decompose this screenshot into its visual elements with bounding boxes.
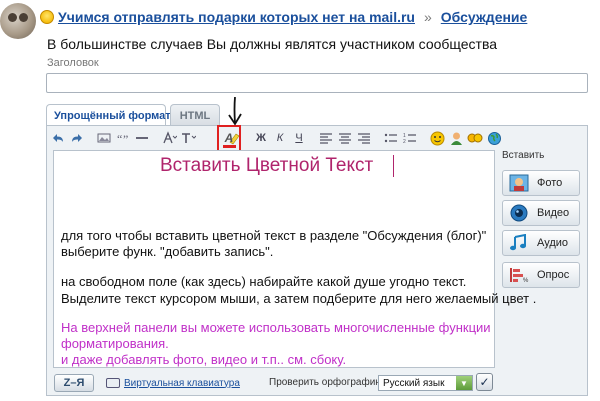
photo-icon [509,174,529,192]
paragraph2-line1: на свободном поле (как здесь) набирайте … [61,274,467,289]
color-bar [222,144,236,148]
language-value: Русский язык [383,377,445,389]
insert-label: Вставить [502,150,545,161]
person-icon[interactable] [448,130,464,146]
insert-video-button[interactable]: Видео [502,200,580,226]
title-label: Заголовок [47,57,99,69]
chevron-down-icon: ▼ [456,376,472,390]
title-input[interactable] [46,73,588,93]
subtitle: В большинстве случаев Вы должны являтся … [47,36,498,52]
text-color-icon: A [224,130,234,145]
align-right-icon[interactable] [356,130,372,146]
spell-check-label: Проверить орфографию [269,377,383,388]
toolbar: “” Ж К Ч 12 [50,128,570,148]
video-icon [509,204,529,222]
section-link[interactable]: Обсуждение [441,9,528,25]
insert-video-label: Видео [537,207,570,219]
smiley-icon [40,10,54,24]
redo-icon[interactable] [69,130,85,146]
virtual-keyboard-link[interactable]: Виртуальная клавиатура [124,378,240,389]
insert-photo-label: Фото [537,177,563,189]
editor-tabs: Упрощённый формат HTML [46,104,224,126]
annotation-arrow-icon [228,97,242,126]
bold-icon[interactable]: Ж [253,130,269,146]
spell-check-button[interactable]: ✓ [476,373,493,391]
group-icon[interactable] [467,130,483,146]
undo-icon[interactable] [50,130,66,146]
globe-icon[interactable] [486,130,502,146]
italic-icon[interactable]: К [272,130,288,146]
keyboard-icon [106,378,120,388]
smiley-icon[interactable] [429,130,445,146]
align-left-icon[interactable] [318,130,334,146]
insert-audio-button[interactable]: Аудио [502,230,580,256]
image-icon[interactable] [96,130,112,146]
breadcrumb: Учимся отправлять подарки которых нет на… [40,6,527,28]
numbered-list-icon[interactable]: 12 [402,130,418,146]
svg-text:%: % [523,278,529,284]
insert-audio-label: Аудио [537,237,569,249]
insert-photo-button[interactable]: Фото [502,170,580,196]
line-icon[interactable] [134,130,150,146]
colored-heading: Вставить Цветной Текст [160,155,374,176]
svg-text:2: 2 [403,139,406,144]
paragraph3-line3: и даже добавлять фото, видео и т.п.. см.… [61,352,347,367]
tab-html[interactable]: HTML [170,104,220,126]
paragraph2-line2: Выделите текст курсором мыши, а затем по… [61,291,537,306]
svg-text:“: “ [117,132,122,144]
insert-poll-button[interactable]: % Опрос [502,262,580,288]
svg-text:”: ” [123,132,128,144]
underline-icon[interactable]: Ч [291,130,307,146]
topic-link[interactable]: Учимся отправлять подарки которых нет на… [58,9,415,25]
paragraph3-line1: На верхней панели вы можете использовать… [61,320,491,335]
font-icon[interactable] [161,130,177,146]
avatar [0,3,36,39]
text-cursor [393,155,394,177]
insert-poll-label: Опрос [537,269,570,281]
font-size-icon[interactable] [180,130,196,146]
breadcrumb-separator: » [423,9,432,25]
bulleted-list-icon[interactable] [383,130,399,146]
quote-icon[interactable]: “” [115,130,131,146]
language-select[interactable]: Русский язык ▼ [378,375,473,391]
paragraph1-line2: выберите функ. "добавить запись". [61,244,274,259]
align-center-icon[interactable] [337,130,353,146]
paragraph1-line1: для того чтобы вставить цветной текст в … [61,228,487,243]
layout-switch-button[interactable]: Z–Я [54,374,94,392]
paragraph3-line2: форматирования. [61,336,169,351]
audio-icon [509,234,529,252]
tab-simple-format[interactable]: Упрощённый формат [46,104,171,126]
poll-icon: % [509,266,529,284]
